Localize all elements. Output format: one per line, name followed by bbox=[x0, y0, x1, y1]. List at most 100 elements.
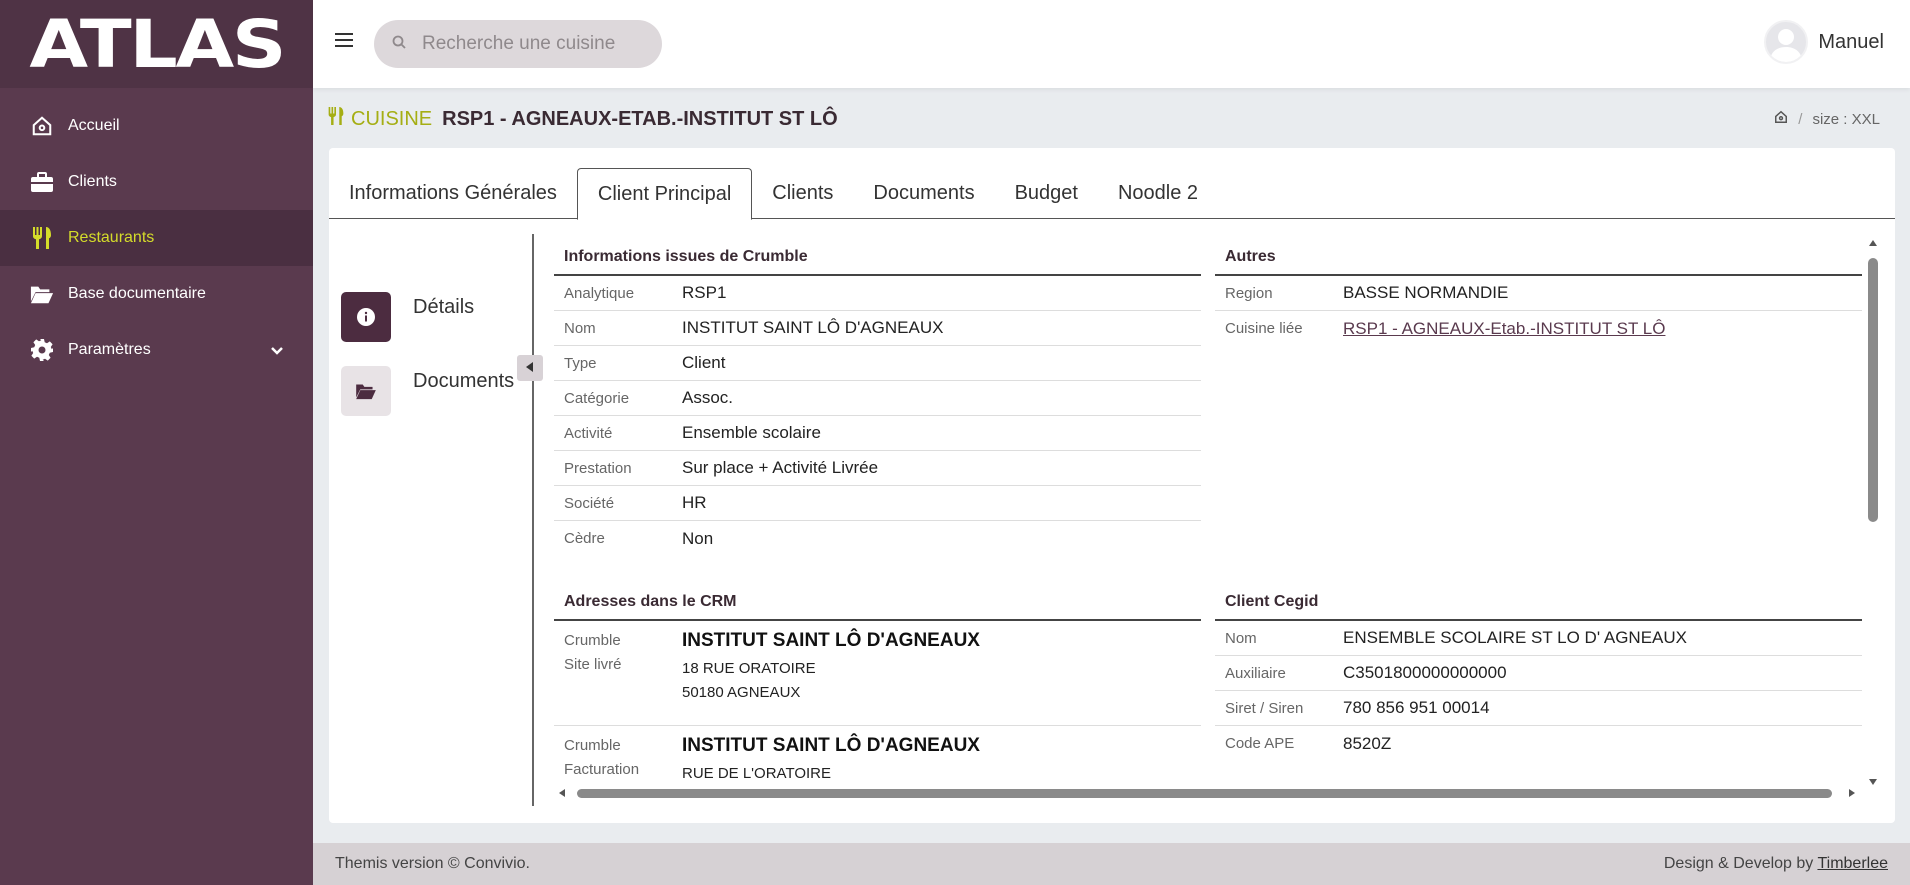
sidebar-item-label: Accueil bbox=[68, 117, 120, 134]
field-value: 780 856 951 00014 bbox=[1343, 698, 1490, 717]
vertical-divider bbox=[532, 234, 534, 806]
field-value: RSP1 bbox=[682, 283, 727, 302]
footer-version: Themis version © Convivio. bbox=[335, 855, 530, 872]
logo-text: ATLAS bbox=[29, 5, 286, 83]
folder-open-icon bbox=[341, 366, 391, 416]
scrollbar-thumb[interactable] bbox=[577, 789, 1832, 798]
address-value: INSTITUT SAINT LÔ D'AGNEAUX RUE DE L'ORA… bbox=[682, 734, 980, 786]
field-key: Analytique bbox=[564, 284, 635, 302]
field-key: Region bbox=[1225, 284, 1273, 302]
address-value: INSTITUT SAINT LÔ D'AGNEAUX 18 RUE ORATO… bbox=[682, 629, 980, 705]
search-box[interactable] bbox=[374, 20, 662, 68]
sidebar-nav: Accueil Clients Restaurants Base documen… bbox=[0, 88, 313, 378]
address-name: INSTITUT SAINT LÔ D'AGNEAUX bbox=[682, 630, 980, 651]
field-row: Code APE 8520Z bbox=[1215, 726, 1862, 761]
crumble-section: Informations issues de Crumble Analytiqu… bbox=[554, 248, 1201, 556]
field-value: Sur place + Activité Livrée bbox=[682, 458, 879, 477]
tab-clients[interactable]: Clients bbox=[752, 168, 853, 219]
address-line: RUE DE L'ORATOIRE bbox=[682, 765, 832, 782]
field-row: Nom ENSEMBLE SCOLAIRE ST LO D' AGNEAUX bbox=[1215, 621, 1862, 656]
page-type-label: CUISINE bbox=[351, 107, 433, 130]
field-key: Code APE bbox=[1225, 735, 1295, 752]
address-item: Crumble Site livré INSTITUT SAINT LÔ D'AG… bbox=[554, 621, 1201, 726]
field-value: C3501800000000000 bbox=[1343, 663, 1507, 682]
caret-left-icon bbox=[526, 359, 534, 377]
subnav-details[interactable]: Détails bbox=[341, 292, 531, 342]
tab-budget[interactable]: Budget bbox=[995, 168, 1098, 219]
search-input[interactable] bbox=[422, 33, 642, 55]
address-key: Crumble Facturation bbox=[564, 737, 640, 778]
field-row: Cuisine liée RSP1 - AGNEAUX-Etab.-INSTITU… bbox=[1215, 311, 1862, 346]
field-row: Region BASSE NORMANDIE bbox=[1215, 276, 1862, 311]
tab-noodle-2[interactable]: Noodle 2 bbox=[1098, 168, 1218, 219]
chevron-down-icon[interactable] bbox=[271, 342, 283, 360]
scroll-right-icon bbox=[1849, 789, 1855, 797]
field-row: Activité Ensemble scolaire bbox=[554, 416, 1201, 451]
breadcrumb: / size : XXL bbox=[1774, 110, 1880, 128]
page-head: CUISINE RSP1 - AGNEAUX-ETAB.-INSTITUT ST… bbox=[313, 88, 1910, 148]
field-row: Type Client bbox=[554, 346, 1201, 381]
tab-bar: Informations Générales Client Principal … bbox=[329, 168, 1895, 220]
avatar bbox=[1764, 20, 1809, 64]
briefcase-icon bbox=[30, 170, 54, 194]
field-row: Analytique RSP1 bbox=[554, 276, 1201, 311]
sidebar-item-restaurants[interactable]: Restaurants bbox=[0, 210, 313, 266]
field-key: Prestation bbox=[564, 459, 632, 477]
section-title: Autres bbox=[1215, 248, 1862, 276]
subnav-documents[interactable]: Documents bbox=[341, 366, 531, 416]
utensils-icon bbox=[327, 106, 345, 132]
field-value: BASSE NORMANDIE bbox=[1343, 283, 1509, 302]
tab-informations-generales[interactable]: Informations Générales bbox=[329, 168, 577, 219]
collapse-toggle-button[interactable] bbox=[517, 355, 543, 381]
folder-open-icon bbox=[30, 282, 54, 306]
section-title: Client Cegid bbox=[1215, 593, 1862, 621]
field-key: Siret / Siren bbox=[1225, 699, 1304, 717]
address-line: 50180 AGNEAUX bbox=[682, 684, 801, 701]
logo[interactable]: ATLAS bbox=[0, 0, 313, 88]
scroll-up-icon bbox=[1869, 240, 1877, 246]
field-row: Catégorie Assoc. bbox=[554, 381, 1201, 416]
top-header: Manuel bbox=[313, 0, 1910, 88]
gear-icon bbox=[30, 338, 54, 362]
tab-documents[interactable]: Documents bbox=[853, 168, 994, 219]
menu-toggle-icon[interactable] bbox=[335, 33, 353, 49]
scroll-left-icon bbox=[559, 789, 565, 797]
horizontal-scrollbar[interactable] bbox=[557, 786, 1857, 800]
field-value: INSTITUT SAINT LÔ D'AGNEAUX bbox=[682, 318, 944, 337]
tab-client-principal[interactable]: Client Principal bbox=[576, 168, 753, 220]
sidebar-item-base-documentaire[interactable]: Base documentaire bbox=[0, 266, 313, 322]
field-key: Nom bbox=[564, 319, 596, 337]
sidebar-item-parametres[interactable]: Paramètres bbox=[0, 322, 313, 378]
scrollbar-thumb[interactable] bbox=[1868, 258, 1878, 522]
kitchen-name: RSP1 - AGNEAUX-ETAB.-INSTITUT ST LÔ bbox=[442, 107, 838, 130]
address-name: INSTITUT SAINT LÔ D'AGNEAUX bbox=[682, 735, 980, 756]
address-line: 18 RUE ORATOIRE bbox=[682, 660, 816, 677]
sidebar-item-clients[interactable]: Clients bbox=[0, 154, 313, 210]
timberlee-link[interactable]: Timberlee bbox=[1817, 855, 1888, 872]
field-row: Prestation Sur place + Activité Livrée bbox=[554, 451, 1201, 486]
vertical-scrollbar[interactable] bbox=[1867, 240, 1879, 785]
field-key: Cuisine liée bbox=[1225, 320, 1303, 337]
breadcrumb-text: size : XXL bbox=[1812, 110, 1880, 128]
field-value: Ensemble scolaire bbox=[682, 423, 821, 442]
subnav-label: Détails bbox=[413, 295, 475, 318]
field-value: Client bbox=[682, 353, 726, 372]
footer-credit: Design & Develop by Timberlee bbox=[1663, 855, 1888, 872]
info-icon bbox=[341, 292, 391, 342]
field-value: Assoc. bbox=[682, 388, 734, 407]
field-key: Catégorie bbox=[564, 389, 630, 407]
field-key: Nom bbox=[1225, 629, 1257, 647]
user-menu[interactable]: Manuel bbox=[1764, 20, 1884, 64]
field-key: Type bbox=[564, 354, 597, 372]
content-card: Informations Générales Client Principal … bbox=[329, 148, 1895, 823]
search-icon bbox=[392, 35, 406, 54]
section-title: Informations issues de Crumble bbox=[554, 248, 1201, 276]
linked-kitchen-link[interactable]: RSP1 - AGNEAUX-Etab.-INSTITUT ST LÔ bbox=[1343, 319, 1665, 338]
field-row: Cèdre Non bbox=[554, 521, 1201, 556]
field-value: HR bbox=[682, 493, 707, 512]
home-icon[interactable] bbox=[1774, 110, 1788, 128]
sidebar-item-accueil[interactable]: Accueil bbox=[0, 98, 313, 154]
address-key: Crumble Site livré bbox=[564, 632, 622, 673]
field-value: ENSEMBLE SCOLAIRE ST LO D' AGNEAUX bbox=[1343, 628, 1687, 647]
field-value: Non bbox=[682, 528, 714, 548]
